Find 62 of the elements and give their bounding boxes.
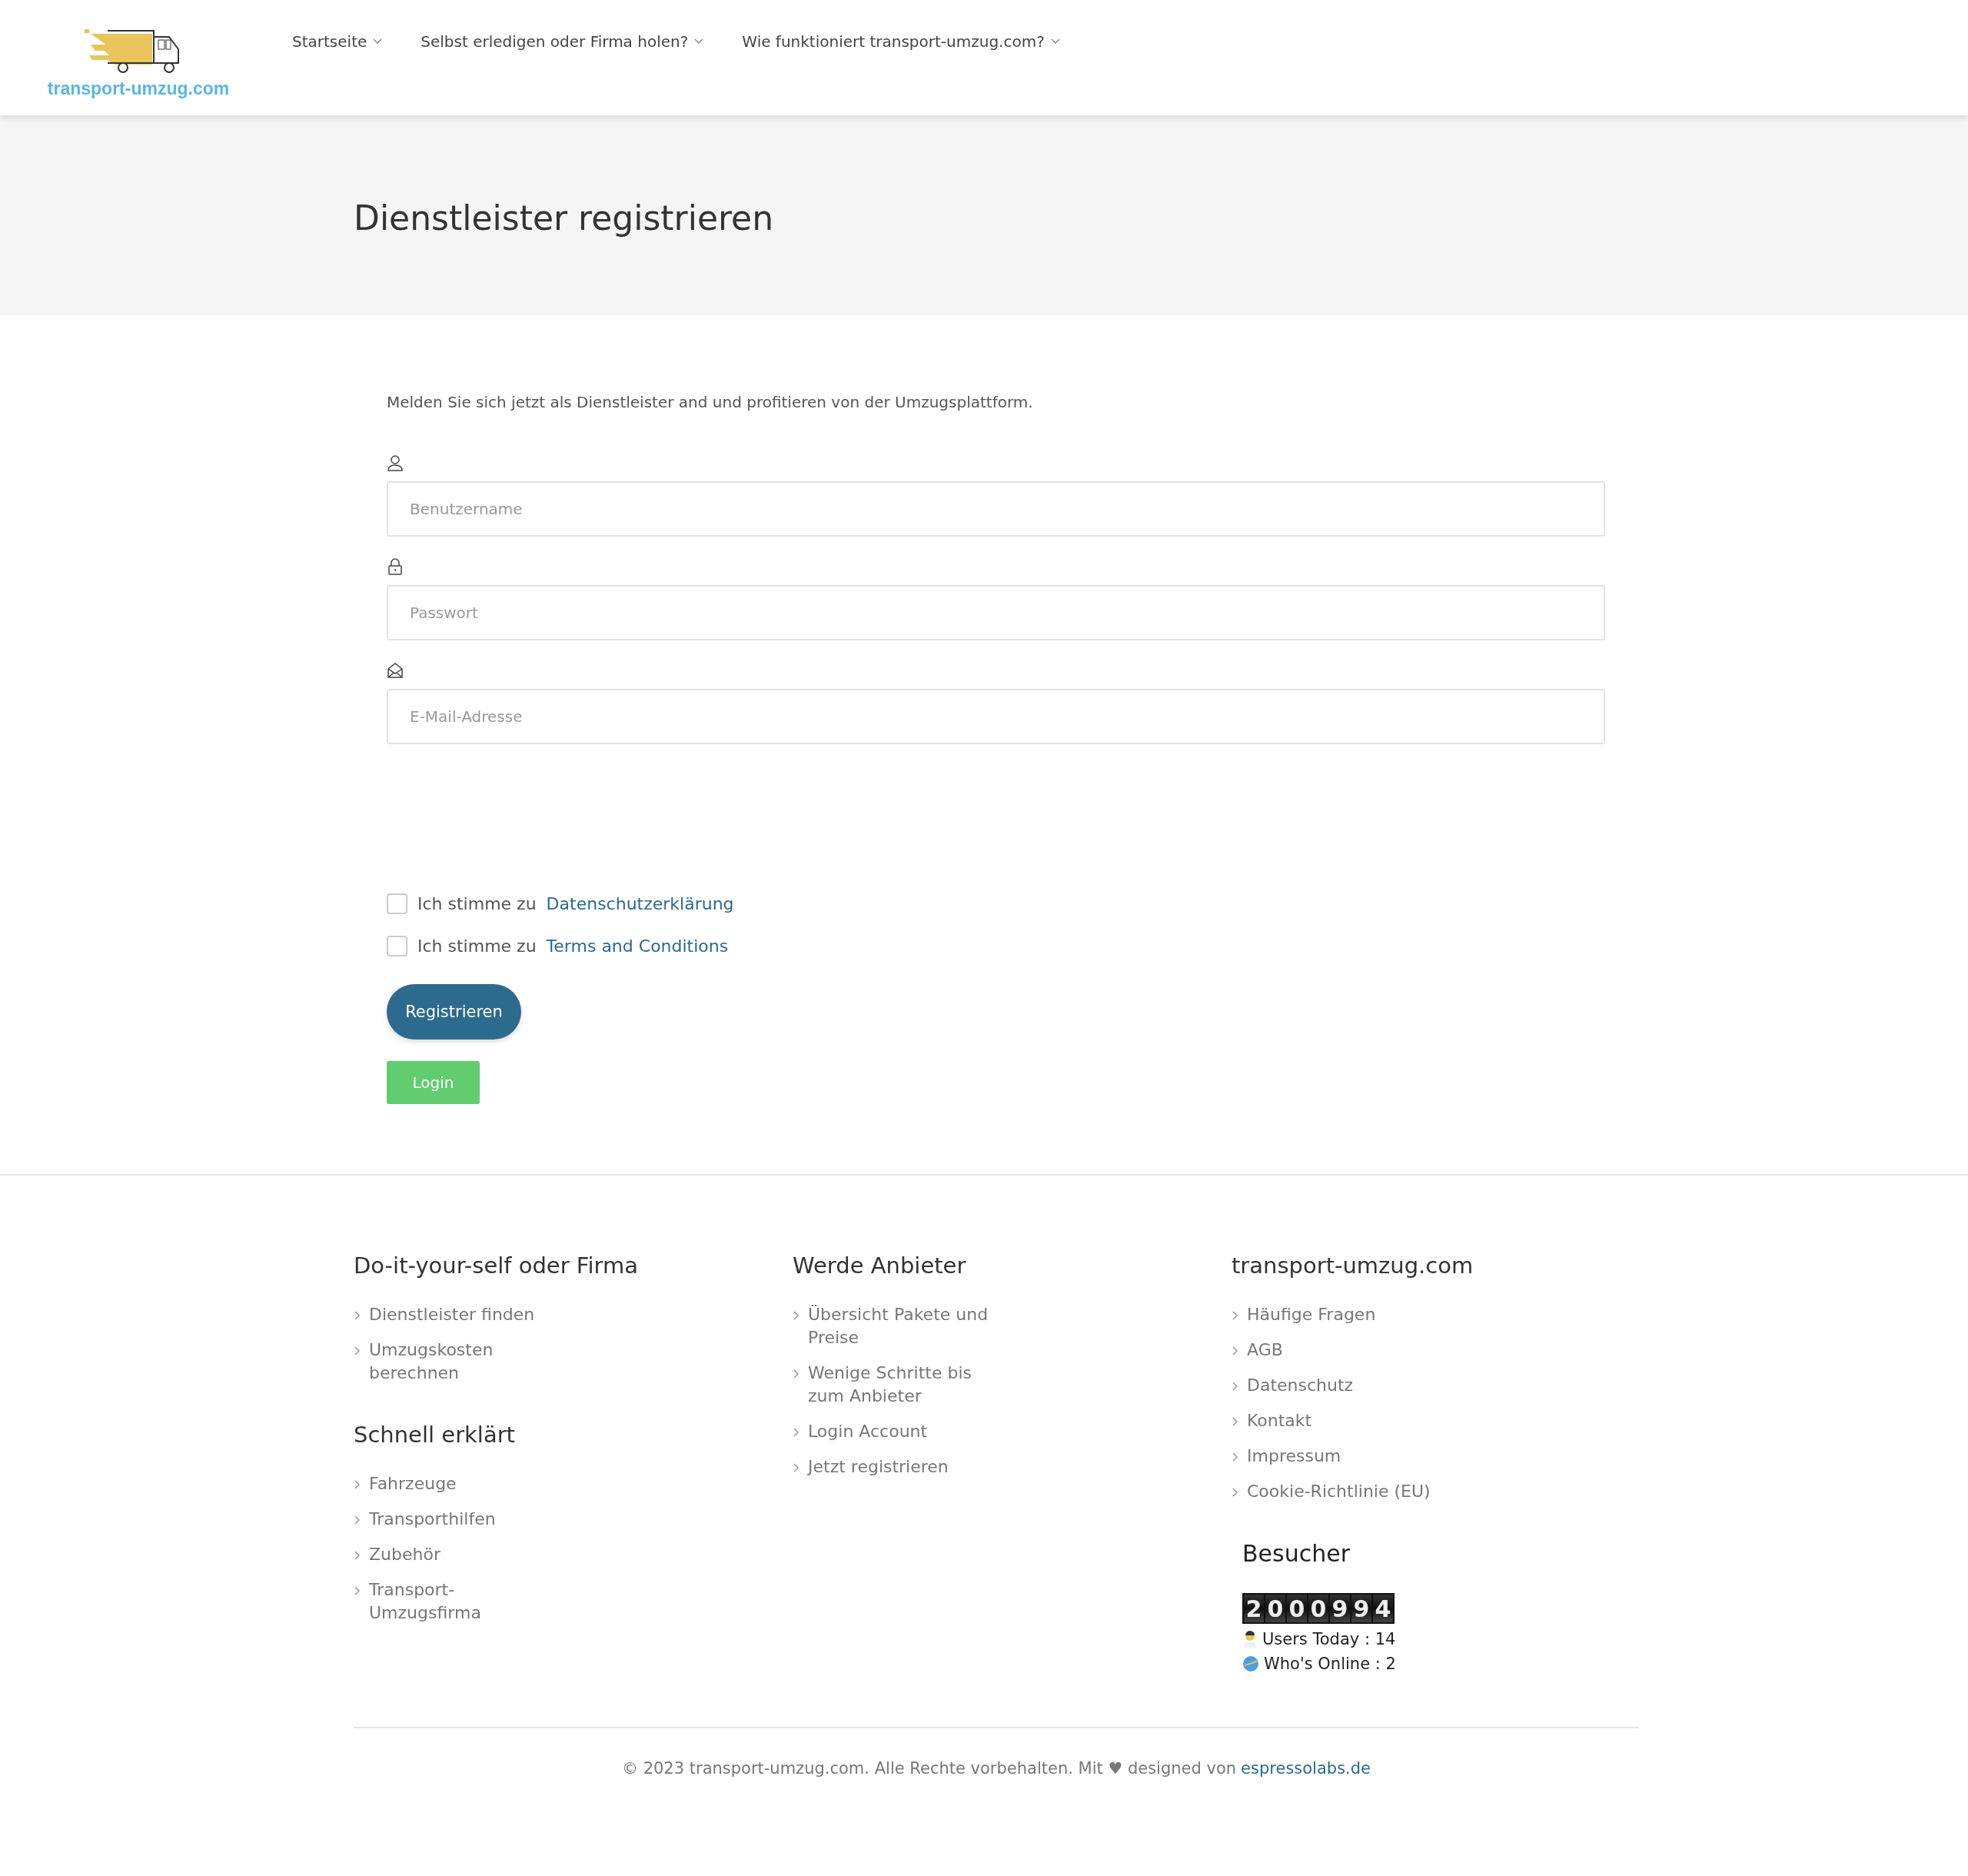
envelope-icon [387, 662, 404, 679]
footer-heading: Do-it-your-self oder Firma [354, 1252, 639, 1279]
visitor-stat: Users Today : 14 [1262, 1630, 1396, 1648]
chevron-right-icon [793, 1428, 800, 1437]
footer-link[interactable]: Impressum [1247, 1445, 1341, 1468]
footer-link[interactable]: Transporthilfen [369, 1508, 496, 1531]
person-icon [1242, 1631, 1258, 1648]
chevron-right-icon [793, 1463, 800, 1472]
footer-link[interactable]: Zubehör [369, 1543, 440, 1566]
visitor-stat: Who's Online : 2 [1264, 1655, 1396, 1673]
chevron-right-icon [1232, 1488, 1239, 1497]
checkbox[interactable] [387, 936, 407, 956]
chevron-right-icon [354, 1515, 361, 1525]
footer-link[interactable]: Jetzt registrieren [808, 1455, 949, 1479]
chevron-right-icon [354, 1551, 361, 1560]
chevron-right-icon [354, 1480, 361, 1489]
logo-text[interactable]: transport-umzug.com [47, 78, 230, 99]
footer-link[interactable]: Login Account [808, 1420, 928, 1443]
page-title: Dienstleister registrieren [354, 197, 774, 238]
chevron-right-icon [354, 1346, 361, 1355]
footer-link[interactable]: Umzugskosten berechnen [369, 1339, 546, 1385]
input-field[interactable]: Benutzername [387, 481, 1605, 537]
chevron-right-icon [1232, 1311, 1239, 1320]
nav-link[interactable]: Selbst erledigen oder Firma holen? [421, 32, 704, 51]
chevron-right-icon [793, 1311, 800, 1320]
nav-link[interactable]: Wie funktioniert transport-umzug.com? [742, 32, 1060, 51]
footer-link[interactable]: Datenschutz [1247, 1374, 1354, 1397]
chevron-right-icon [1232, 1346, 1239, 1355]
footer-heading: transport-umzug.com [1232, 1252, 1474, 1279]
footer-link[interactable]: AGB [1247, 1339, 1283, 1362]
intro-text: Melden Sie sich jetzt als Dienstleister and und profitieren von der Umzugsplattform. [387, 393, 1034, 411]
footer-heading: Schnell erklärt [354, 1422, 516, 1448]
footer-link[interactable]: Wenige Schritte bis zum Anbieter [808, 1362, 996, 1408]
footer-link[interactable]: Häufige Fragen [1247, 1303, 1376, 1326]
input-field[interactable]: E-Mail-Adresse [387, 689, 1605, 744]
consent-link[interactable]: Datenschutzerklärung [546, 894, 734, 913]
footer-link[interactable]: Übersicht Pakete und Preise [808, 1303, 996, 1349]
designer-link[interactable]: espressolabs.de [1241, 1758, 1371, 1778]
chevron-right-icon [1232, 1452, 1239, 1462]
footer-link[interactable]: Dienstleister finden [369, 1303, 535, 1326]
footer-heading: Werde Anbieter [793, 1252, 967, 1279]
copyright-text: © 2023 transport-umzug.com. Alle Rechte vorbehalten. Mit ♥ designed von [621, 1758, 1237, 1778]
footer-link[interactable]: Kontakt [1247, 1409, 1312, 1432]
user-icon [387, 454, 404, 471]
chevron-right-icon [1232, 1382, 1239, 1391]
nav-link[interactable]: Startseite [292, 32, 383, 51]
chevron-right-icon [354, 1586, 361, 1595]
checkbox[interactable] [387, 893, 407, 914]
input-field[interactable]: Passwort [387, 585, 1605, 640]
footer-link[interactable]: Transport-Umzugsfirma [369, 1578, 546, 1625]
chevron-right-icon [354, 1311, 361, 1320]
footer-link[interactable]: Cookie-Richtlinie (EU) [1247, 1480, 1431, 1503]
consent-text: Ich stimme zu [417, 894, 537, 913]
footer-link[interactable]: Fahrzeuge [369, 1472, 457, 1495]
consent-text: Ich stimme zu [417, 936, 537, 956]
globe-icon [1242, 1655, 1259, 1672]
chevron-right-icon [1232, 1417, 1239, 1426]
register-button[interactable]: Registrieren [387, 984, 521, 1039]
chevron-right-icon [793, 1369, 800, 1379]
visitors-heading: Besucher [1242, 1540, 1351, 1567]
consent-link[interactable]: Terms and Conditions [546, 936, 729, 956]
lock-icon [387, 558, 404, 575]
